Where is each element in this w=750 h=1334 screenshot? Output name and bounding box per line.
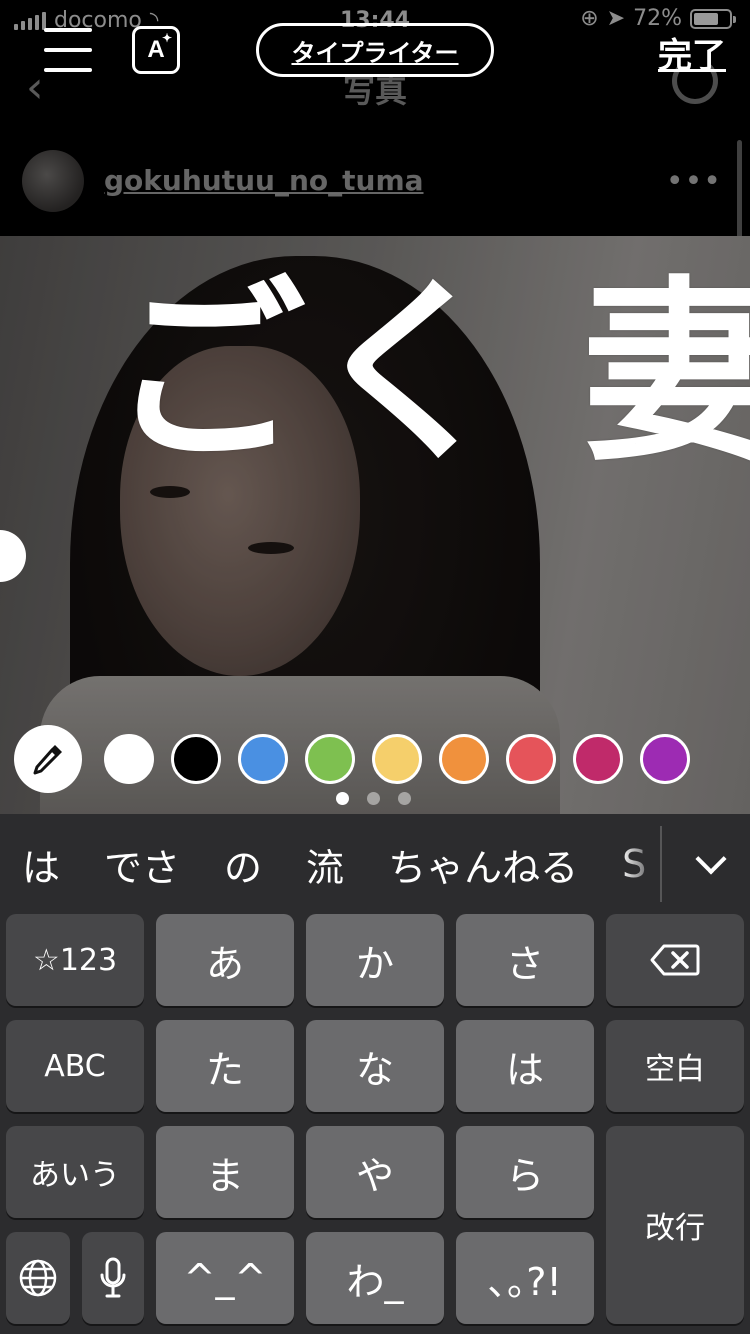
text-editor-toolbar: A ✦ タイプライター 完了 — [0, 14, 750, 94]
key-ya[interactable]: や — [306, 1126, 444, 1218]
story-text-overlay[interactable]: ごく 妻 — [110, 268, 750, 478]
sparkle-icon: ✦ — [161, 31, 172, 45]
candidate-item[interactable]: の — [224, 837, 262, 892]
key-ha[interactable]: は — [456, 1020, 594, 1112]
color-swatch[interactable] — [573, 734, 623, 784]
color-swatch[interactable] — [439, 734, 489, 784]
color-swatch[interactable] — [372, 734, 422, 784]
key-ta[interactable]: た — [156, 1020, 294, 1112]
color-swatch[interactable] — [640, 734, 690, 784]
key-abc[interactable]: ABC — [6, 1020, 144, 1112]
japanese-keyboard: はでさの流ちゃんねるS ☆123 あ か さ ABC た な は 空白 あいう … — [0, 814, 750, 1334]
color-swatches — [104, 734, 707, 784]
return-key[interactable]: 改行 — [606, 1126, 744, 1324]
key-hiragana[interactable]: あいう — [6, 1126, 144, 1218]
globe-icon — [19, 1259, 57, 1297]
delete-button[interactable] — [606, 914, 744, 1006]
page-dot — [336, 792, 349, 805]
backspace-icon — [650, 944, 700, 976]
post-username[interactable]: gokuhutuu_no_tuma — [104, 164, 424, 197]
key-sa[interactable]: さ — [456, 914, 594, 1006]
post-header: gokuhutuu_no_tuma ••• — [0, 130, 750, 236]
dictation-key[interactable] — [82, 1232, 144, 1324]
eyedropper-icon — [33, 745, 62, 775]
key-ra[interactable]: ら — [456, 1126, 594, 1218]
page-dot — [367, 792, 380, 805]
key-kaomoji[interactable]: ^_^ — [156, 1232, 294, 1324]
space-key[interactable]: 空白 — [606, 1020, 744, 1112]
candidate-item[interactable]: は — [22, 837, 60, 892]
globe-key[interactable] — [6, 1232, 70, 1324]
key-a[interactable]: あ — [156, 914, 294, 1006]
color-swatch[interactable] — [506, 734, 556, 784]
key-ma[interactable]: ま — [156, 1126, 294, 1218]
key-na[interactable]: な — [306, 1020, 444, 1112]
key-punctuation[interactable]: ､｡?! — [456, 1232, 594, 1324]
color-swatch[interactable] — [104, 734, 154, 784]
candidate-item[interactable]: 流 — [306, 837, 344, 892]
done-button[interactable]: 完了 — [658, 28, 726, 77]
text-effect-button[interactable]: A ✦ — [132, 26, 180, 74]
candidate-item[interactable]: でさ — [104, 837, 180, 892]
avatar[interactable] — [22, 150, 84, 212]
page-dot — [398, 792, 411, 805]
candidate-item[interactable]: ちゃんねる — [388, 837, 578, 892]
eyedropper-button[interactable] — [14, 725, 82, 793]
color-swatch[interactable] — [305, 734, 355, 784]
color-palette — [14, 725, 707, 793]
color-swatch[interactable] — [238, 734, 288, 784]
key-numbers[interactable]: ☆123 — [6, 914, 144, 1006]
key-ka[interactable]: か — [306, 914, 444, 1006]
more-options-icon[interactable]: ••• — [666, 164, 722, 199]
key-wa[interactable]: わ_ — [306, 1232, 444, 1324]
text-align-button[interactable] — [44, 28, 92, 72]
font-style-button[interactable]: タイプライター — [256, 23, 494, 77]
microphone-icon — [100, 1257, 126, 1298]
palette-page-indicator — [336, 792, 411, 805]
color-swatch[interactable] — [171, 734, 221, 784]
